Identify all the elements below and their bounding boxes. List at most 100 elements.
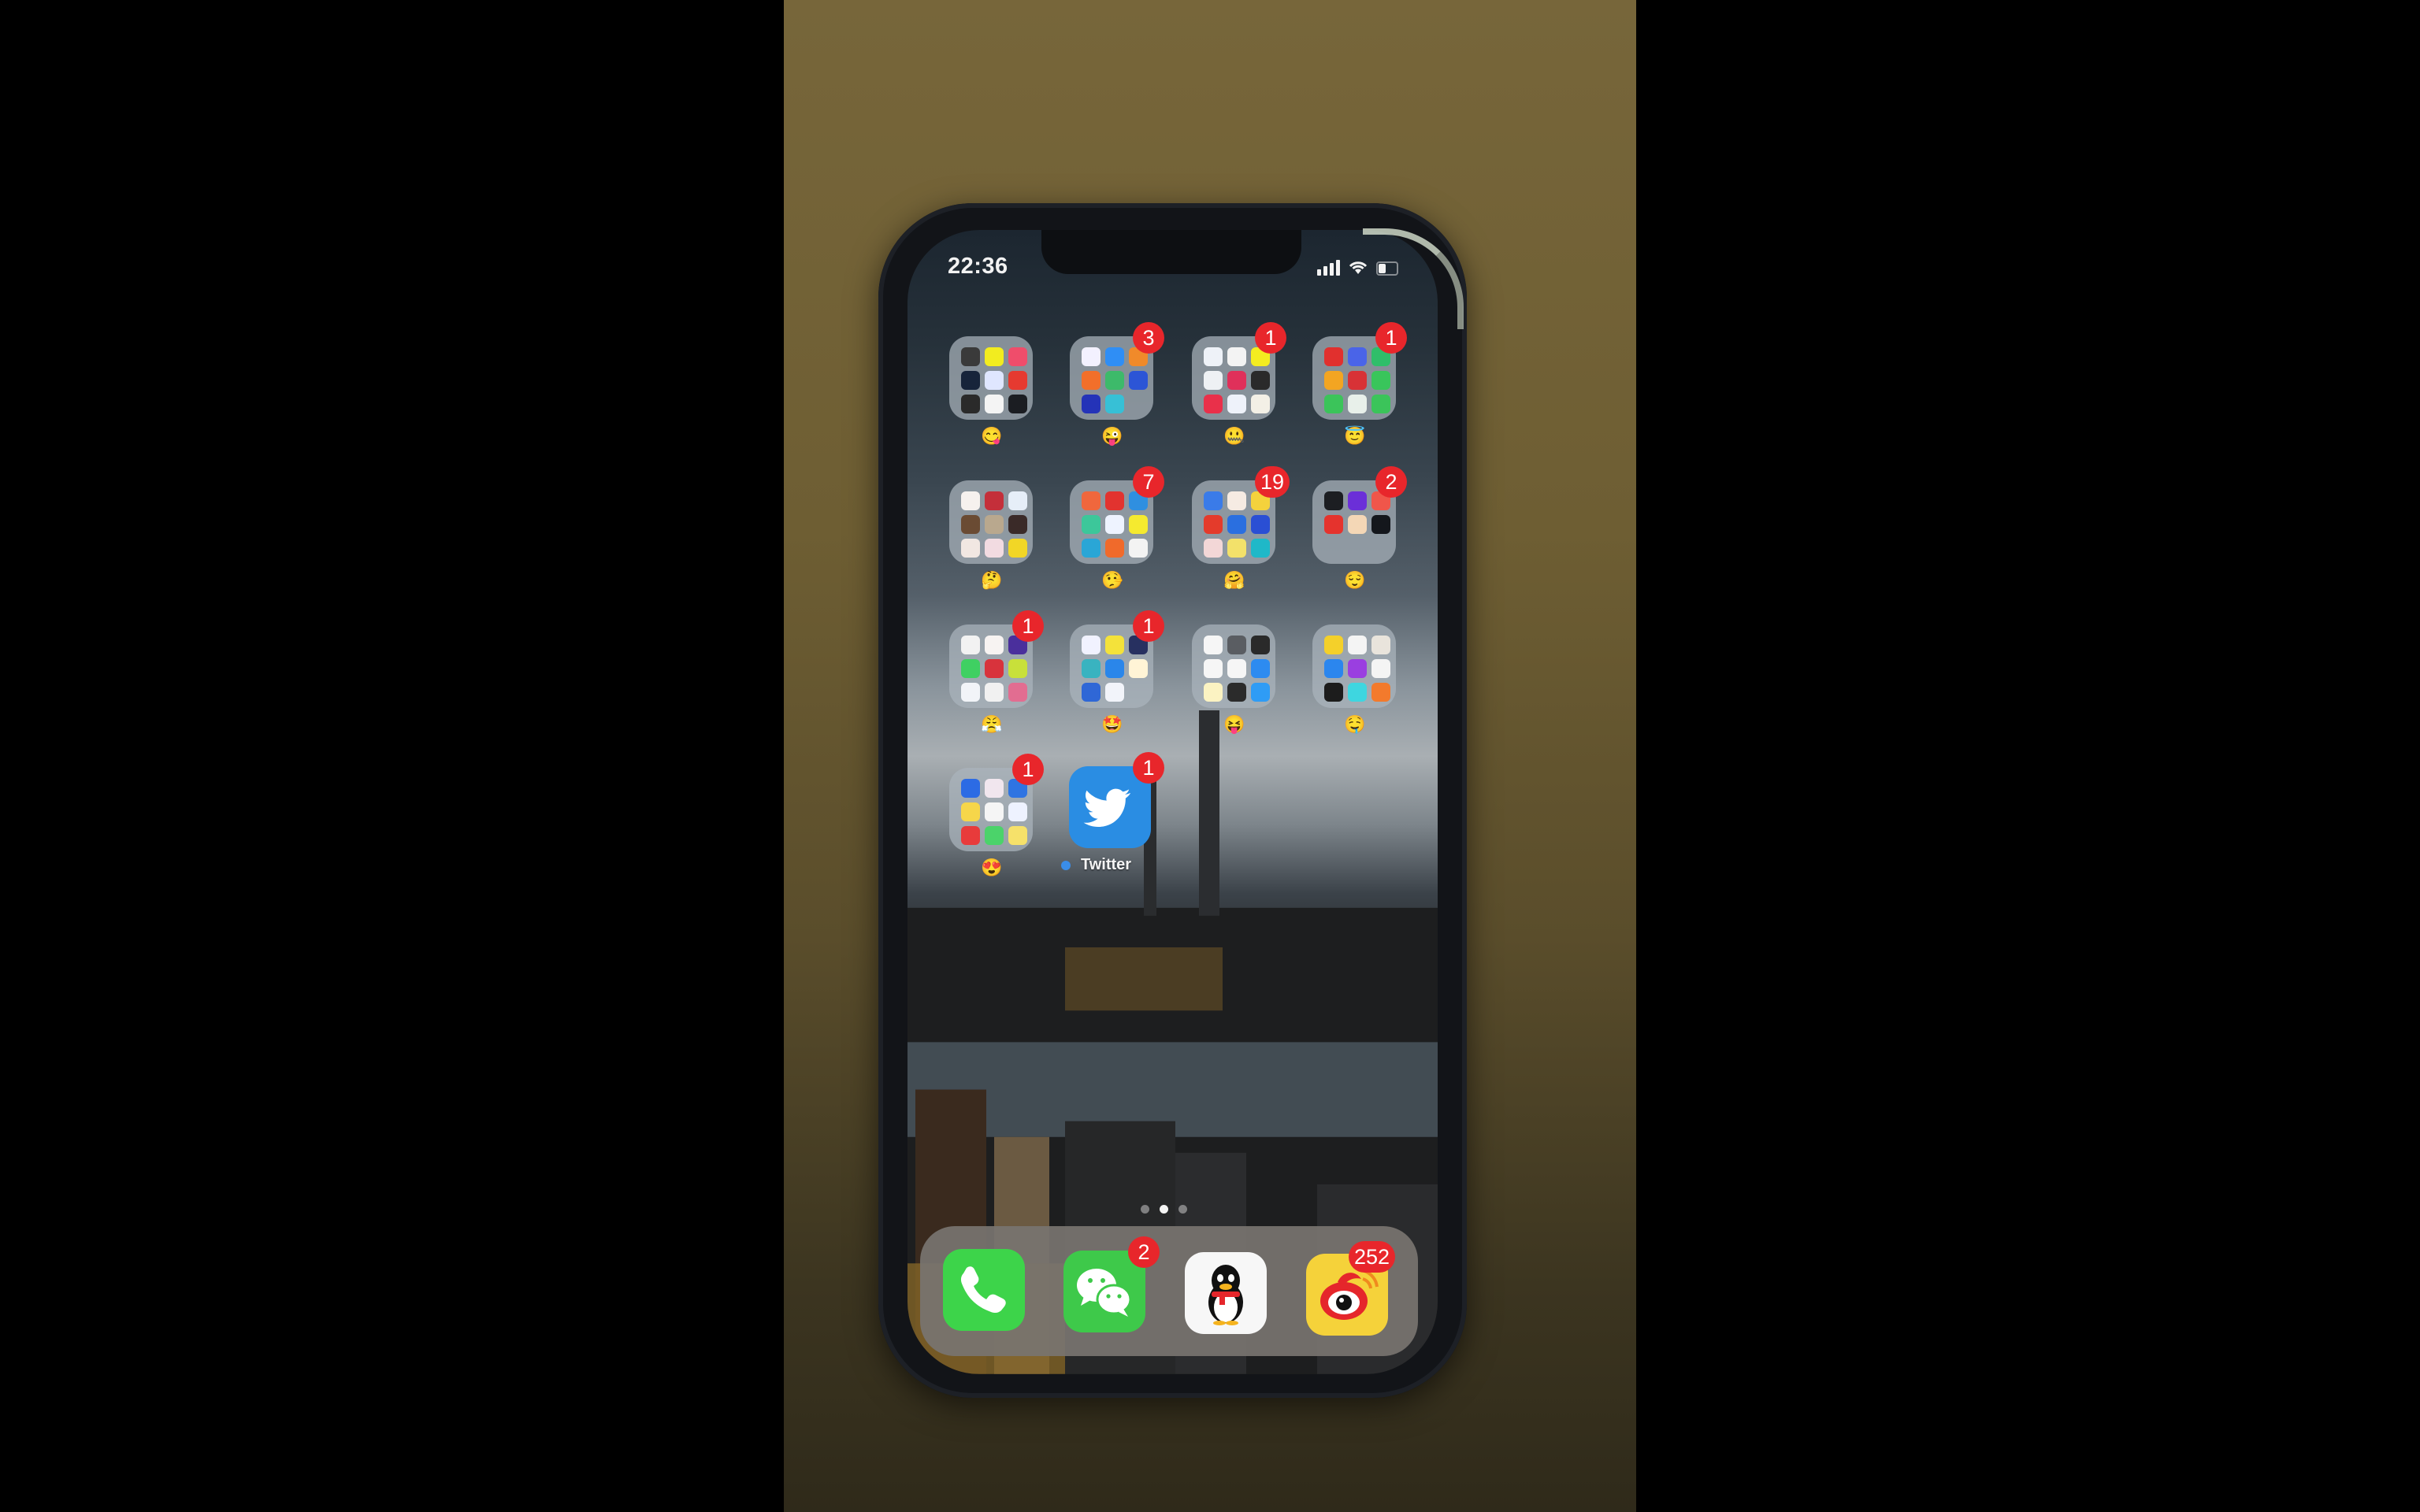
dock-qq-app[interactable] [1185, 1252, 1267, 1334]
folder-mini-app-icon [1129, 659, 1148, 678]
weibo-badge: 252 [1349, 1241, 1396, 1273]
folder-mini-app-icon [1204, 371, 1223, 390]
page-dot[interactable] [1178, 1205, 1187, 1214]
folder-mini-app-icon [961, 636, 980, 654]
folder-name-emoji: 😤 [981, 714, 1003, 734]
twitter-badge: 1 [1133, 752, 1164, 784]
folder-badge: 1 [1255, 322, 1286, 354]
app-folder[interactable] [1192, 624, 1275, 708]
folder-mini-app-icon [1251, 515, 1270, 534]
folder-mini-app-icon [1105, 347, 1124, 366]
folder-mini-app-icon [1348, 683, 1367, 702]
folder-mini-app-icon [985, 491, 1004, 510]
app-folder[interactable] [949, 336, 1033, 420]
folder-mini-app-icon [1008, 659, 1027, 678]
folder-mini-app-icon [1371, 395, 1390, 413]
battery-icon [1376, 261, 1398, 276]
folder-mini-app-icon [1105, 515, 1124, 534]
notch [1041, 230, 1301, 274]
folder-mini-app-icon [961, 779, 980, 798]
wifi-icon [1349, 261, 1368, 274]
folder-mini-app-icon [1348, 347, 1367, 366]
folder-mini-app-icon [1204, 539, 1223, 558]
phone-handset-icon [960, 1266, 1006, 1314]
folder-mini-app-icon [1082, 659, 1101, 678]
folder-mini-app-icon [1008, 371, 1027, 390]
folder-badge: 1 [1012, 754, 1044, 785]
page-dot[interactable] [1141, 1205, 1149, 1214]
folder-mini-app-icon [1082, 371, 1101, 390]
folder-mini-app-icon [985, 636, 1004, 654]
folder-mini-app-icon [1251, 395, 1270, 413]
qq-penguin-icon [1208, 1265, 1243, 1325]
folder-mini-app-icon [1251, 539, 1270, 558]
folder-mini-app-icon [1008, 491, 1027, 510]
status-time: 22:36 [948, 254, 1008, 279]
folder-name-emoji: 😇 [1344, 426, 1366, 446]
folder-mini-app-icon [1105, 491, 1124, 510]
folder-mini-app-icon [1227, 371, 1246, 390]
folder-mini-app-icon [1082, 491, 1101, 510]
folder-mini-app-icon [985, 347, 1004, 366]
folder-mini-app-icon [985, 659, 1004, 678]
folder-mini-app-icon [985, 395, 1004, 413]
folder-mini-app-icon [1082, 515, 1101, 534]
folder-mini-app-icon [961, 515, 980, 534]
folder-mini-app-icon [985, 779, 1004, 798]
folder-mini-app-icon [985, 371, 1004, 390]
folder-mini-app-icon [1008, 395, 1027, 413]
folder-badge: 1 [1375, 322, 1407, 354]
folder-mini-app-icon [1324, 395, 1343, 413]
folder-name-emoji: 🤗 [1223, 570, 1245, 590]
folder-mini-app-icon [985, 826, 1004, 845]
folder-mini-app-icon [1129, 395, 1148, 413]
folder-mini-app-icon [1371, 539, 1390, 558]
folder-mini-app-icon [1204, 491, 1223, 510]
folder-badge: 1 [1012, 610, 1044, 642]
folder-mini-app-icon [1008, 826, 1027, 845]
folder-badge: 1 [1133, 610, 1164, 642]
folder-mini-app-icon [1105, 659, 1124, 678]
folder-badge: 19 [1255, 466, 1290, 498]
twitter-app-label: Twitter [1081, 856, 1132, 873]
dock-phone-app[interactable] [943, 1249, 1025, 1331]
app-folder[interactable] [949, 480, 1033, 564]
folder-mini-app-icon [1082, 347, 1101, 366]
folder-mini-app-icon [1129, 515, 1148, 534]
folder-mini-app-icon [961, 826, 980, 845]
folder-mini-app-icon [1204, 515, 1223, 534]
letterbox-left [0, 0, 784, 1512]
folder-mini-app-icon [1324, 347, 1343, 366]
folder-mini-app-icon [1227, 347, 1246, 366]
folder-mini-app-icon [1008, 683, 1027, 702]
folder-badge: 3 [1133, 322, 1164, 354]
folder-name-emoji: 😌 [1344, 570, 1366, 590]
folder-mini-app-icon [1251, 636, 1270, 654]
folder-mini-app-icon [1204, 347, 1223, 366]
folder-mini-app-icon [1251, 659, 1270, 678]
folder-mini-app-icon [1324, 491, 1343, 510]
folder-mini-app-icon [1082, 539, 1101, 558]
folder-mini-app-icon [1105, 636, 1124, 654]
app-folder[interactable] [1312, 624, 1396, 708]
folder-mini-app-icon [961, 659, 980, 678]
new-install-dot [1061, 861, 1071, 870]
letterbox-right [1636, 0, 2420, 1512]
folder-mini-app-icon [1227, 491, 1246, 510]
folder-mini-app-icon [1008, 539, 1027, 558]
cellular-signal-icon [1317, 258, 1340, 276]
folder-mini-app-icon [1204, 683, 1223, 702]
page-dot-active[interactable] [1160, 1205, 1168, 1214]
folder-mini-app-icon [1008, 347, 1027, 366]
folder-mini-app-icon [961, 395, 980, 413]
folder-mini-app-icon [1348, 636, 1367, 654]
folder-name-emoji: 🤩 [1101, 714, 1123, 734]
folder-mini-app-icon [1227, 636, 1246, 654]
page-indicator[interactable] [1141, 1205, 1187, 1214]
folder-mini-app-icon [1082, 683, 1101, 702]
folder-mini-app-icon [1105, 539, 1124, 558]
folder-mini-app-icon [1371, 659, 1390, 678]
folder-mini-app-icon [1129, 371, 1148, 390]
folder-mini-app-icon [1371, 636, 1390, 654]
folder-mini-app-icon [1082, 636, 1101, 654]
